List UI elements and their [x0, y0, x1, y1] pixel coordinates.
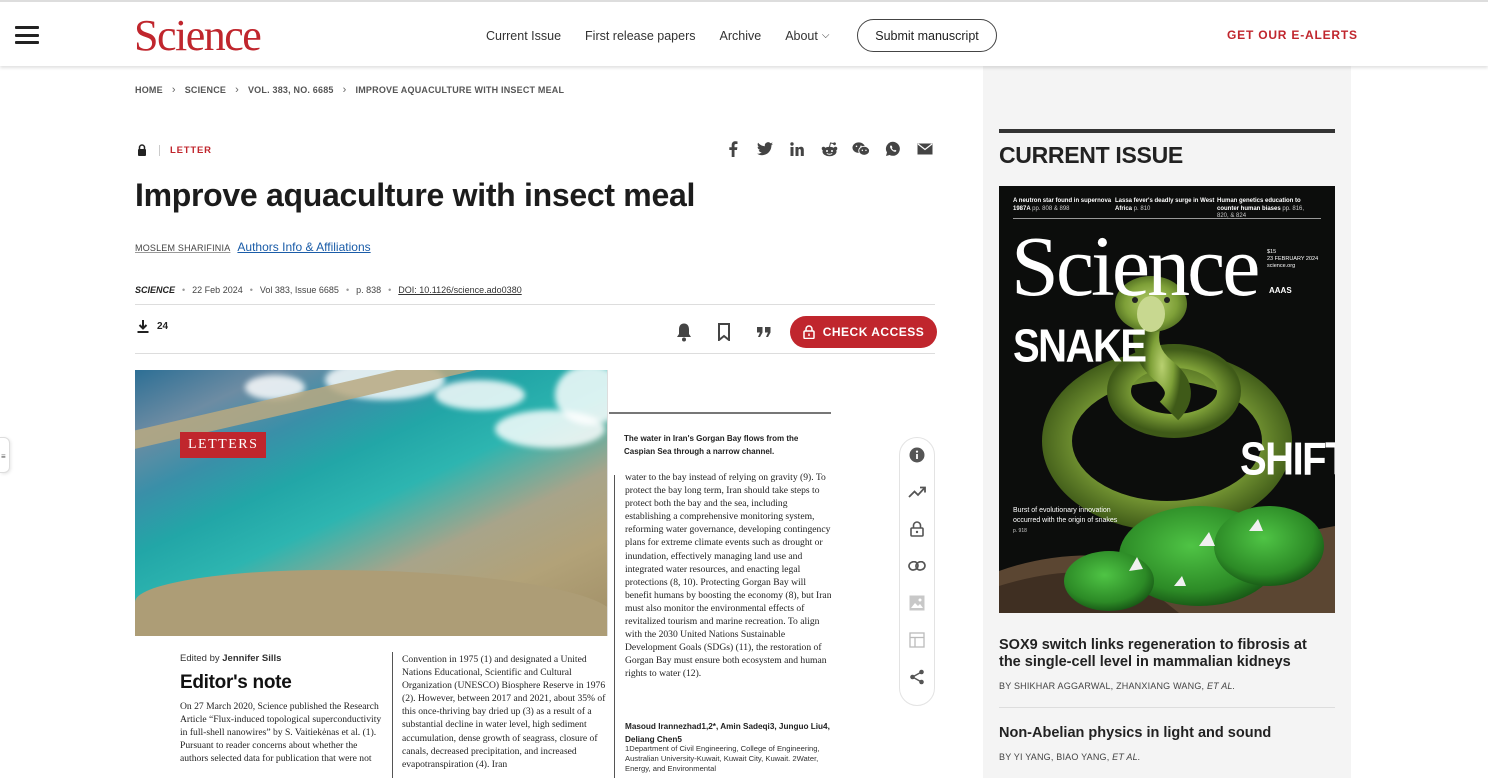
page-number: p. 838: [356, 285, 382, 295]
letter-affiliations: 1Department of Civil Engineering, Colleg…: [625, 744, 820, 773]
chevron-right-icon: ›: [171, 84, 176, 96]
journal-name[interactable]: SCIENCE: [135, 285, 175, 295]
nav-about-label: About: [785, 28, 818, 43]
lock-open-icon: [802, 325, 815, 339]
divider: [999, 129, 1335, 133]
cover-issue-info: $15 23 FEBRUARY 2024 science.org: [1267, 249, 1319, 269]
editors-note-column: Edited by Jennifer Sills Editor's note O…: [180, 653, 385, 765]
check-access-label: CHECK ACCESS: [822, 325, 925, 339]
submit-manuscript-button[interactable]: Submit manuscript: [857, 19, 997, 52]
bookmark-icon[interactable]: [713, 321, 735, 343]
authors-info-link[interactable]: Authors Info & Affiliations: [237, 240, 370, 254]
downloads-count: 24: [137, 320, 168, 333]
article-title: Improve aquaculture with insect meal: [135, 177, 696, 213]
top-bar: Science Current Issue First release pape…: [0, 0, 1488, 66]
downloads-number: 24: [157, 321, 169, 332]
whatsapp-icon[interactable]: [884, 140, 902, 158]
list-icon: ≡: [1, 452, 6, 461]
quote-icon[interactable]: [753, 321, 775, 343]
nav-about[interactable]: About ⌵: [785, 29, 829, 43]
info-icon[interactable]: [907, 446, 927, 465]
sidebar-story-title[interactable]: Non-Abelian physics in light and sound: [999, 725, 1329, 742]
divider: [999, 707, 1335, 708]
letter-signoff: Masoud Irannezhad1,2*, Amin Sadeqi3, Jun…: [625, 722, 830, 744]
check-access-button[interactable]: CHECK ACCESS: [790, 316, 937, 348]
download-icon: [137, 320, 149, 333]
lock-icon: [138, 144, 146, 156]
reddit-icon[interactable]: [820, 140, 838, 158]
edited-by-prefix: Edited by: [180, 653, 220, 664]
author-name[interactable]: MOSLEM SHARIFINIA: [135, 243, 230, 253]
science-logo[interactable]: Science: [134, 12, 262, 60]
chevron-right-icon: ›: [342, 84, 347, 96]
divider: [159, 144, 160, 156]
doi-link[interactable]: DOI: 10.1126/science.ado0380: [398, 285, 521, 295]
article-meta: SCIENCE • 22 Feb 2024 • Vol 383, Issue 6…: [135, 285, 522, 295]
tables-icon[interactable]: [907, 631, 927, 650]
share-icon[interactable]: [907, 668, 927, 687]
article-type: LETTER: [170, 144, 212, 156]
breadcrumb-volume[interactable]: VOL. 383, NO. 6685: [248, 85, 334, 95]
photo-caption: The water in Iran's Gorgan Bay flows fro…: [624, 434, 799, 456]
cover-logo: Science: [1011, 218, 1260, 314]
breadcrumb: HOME › SCIENCE › VOL. 383, NO. 6685 › IM…: [135, 84, 564, 96]
cover-headline-1: SNAKE: [1013, 321, 1147, 372]
cover-teaser: Lassa fever's deadly surge in West Afric…: [1115, 198, 1215, 212]
lock-icon[interactable]: [907, 520, 927, 539]
linkedin-icon[interactable]: [788, 140, 806, 158]
letter-text-column: water to the bay instead of relying on g…: [625, 472, 831, 680]
sidebar-story-byline: BY YI YANG, BIAO YANG, ET AL.: [999, 752, 1141, 762]
editors-note-heading: Editor's note: [180, 672, 292, 693]
editors-note-text: On 27 March 2020, Science published the …: [180, 701, 382, 765]
sidebar-story-byline: BY SHIKHAR AGGARWAL, ZHANXIANG WANG, ET …: [999, 681, 1236, 691]
figures-icon[interactable]: [907, 594, 927, 613]
editor-name: Jennifer Sills: [222, 653, 282, 664]
aaas-logo: AAAS: [1269, 286, 1292, 295]
author-line: MOSLEM SHARIFINIA Authors Info & Affilia…: [135, 240, 371, 254]
current-issue-cover[interactable]: A neutron star found in supernova 1987A …: [999, 186, 1335, 613]
side-drawer-tab[interactable]: ≡: [0, 437, 10, 473]
main-nav: Current Issue First release papers Archi…: [486, 19, 853, 52]
cover-blurb: Burst of evolutionary innovation occurre…: [1013, 507, 1118, 534]
letters-label: LETTERS: [180, 432, 267, 458]
aerial-photo: LETTERS: [135, 370, 607, 636]
nav-first-release-papers[interactable]: First release papers: [585, 29, 695, 43]
article-tools-rail: [899, 437, 935, 706]
bell-icon[interactable]: [673, 321, 695, 343]
share-bar: [724, 140, 948, 158]
current-issue-heading: CURRENT ISSUE: [999, 142, 1183, 168]
chevron-right-icon: ›: [235, 84, 239, 96]
nav-archive[interactable]: Archive: [720, 29, 762, 43]
email-icon[interactable]: [916, 140, 934, 158]
volume-issue[interactable]: Vol 383, Issue 6685: [260, 285, 339, 295]
cover-headline-2: SHIFT: [1240, 434, 1335, 485]
metrics-icon[interactable]: [907, 483, 927, 502]
sidebar-story-title[interactable]: SOX9 switch links regeneration to fibros…: [999, 637, 1329, 671]
divider: [135, 304, 935, 305]
facebook-icon[interactable]: [724, 140, 742, 158]
divider: [135, 353, 935, 354]
wechat-icon[interactable]: [852, 140, 870, 158]
twitter-icon[interactable]: [756, 140, 774, 158]
publication-date: 22 Feb 2024: [192, 285, 243, 295]
e-alerts-link[interactable]: GET OUR E-ALERTS: [1227, 28, 1358, 42]
breadcrumb-current: IMPROVE AQUACULTURE WITH INSECT MEAL: [355, 85, 565, 95]
chevron-down-icon: ⌵: [821, 30, 830, 41]
link-icon[interactable]: [907, 557, 927, 576]
menu-icon[interactable]: [15, 26, 39, 44]
letter-text-column-middle: Convention in 1975 (1) and designated a …: [402, 654, 606, 770]
page-margin: [1351, 66, 1488, 778]
breadcrumb-science[interactable]: SCIENCE: [185, 85, 226, 95]
nav-current-issue[interactable]: Current Issue: [486, 29, 561, 43]
article-type-line: LETTER: [135, 143, 212, 157]
article-page-image[interactable]: LETTERS The water in Iran's Gorgan Bay f…: [135, 370, 831, 778]
breadcrumb-home[interactable]: HOME: [135, 85, 163, 95]
article-toolbar: CHECK ACCESS: [673, 316, 937, 348]
